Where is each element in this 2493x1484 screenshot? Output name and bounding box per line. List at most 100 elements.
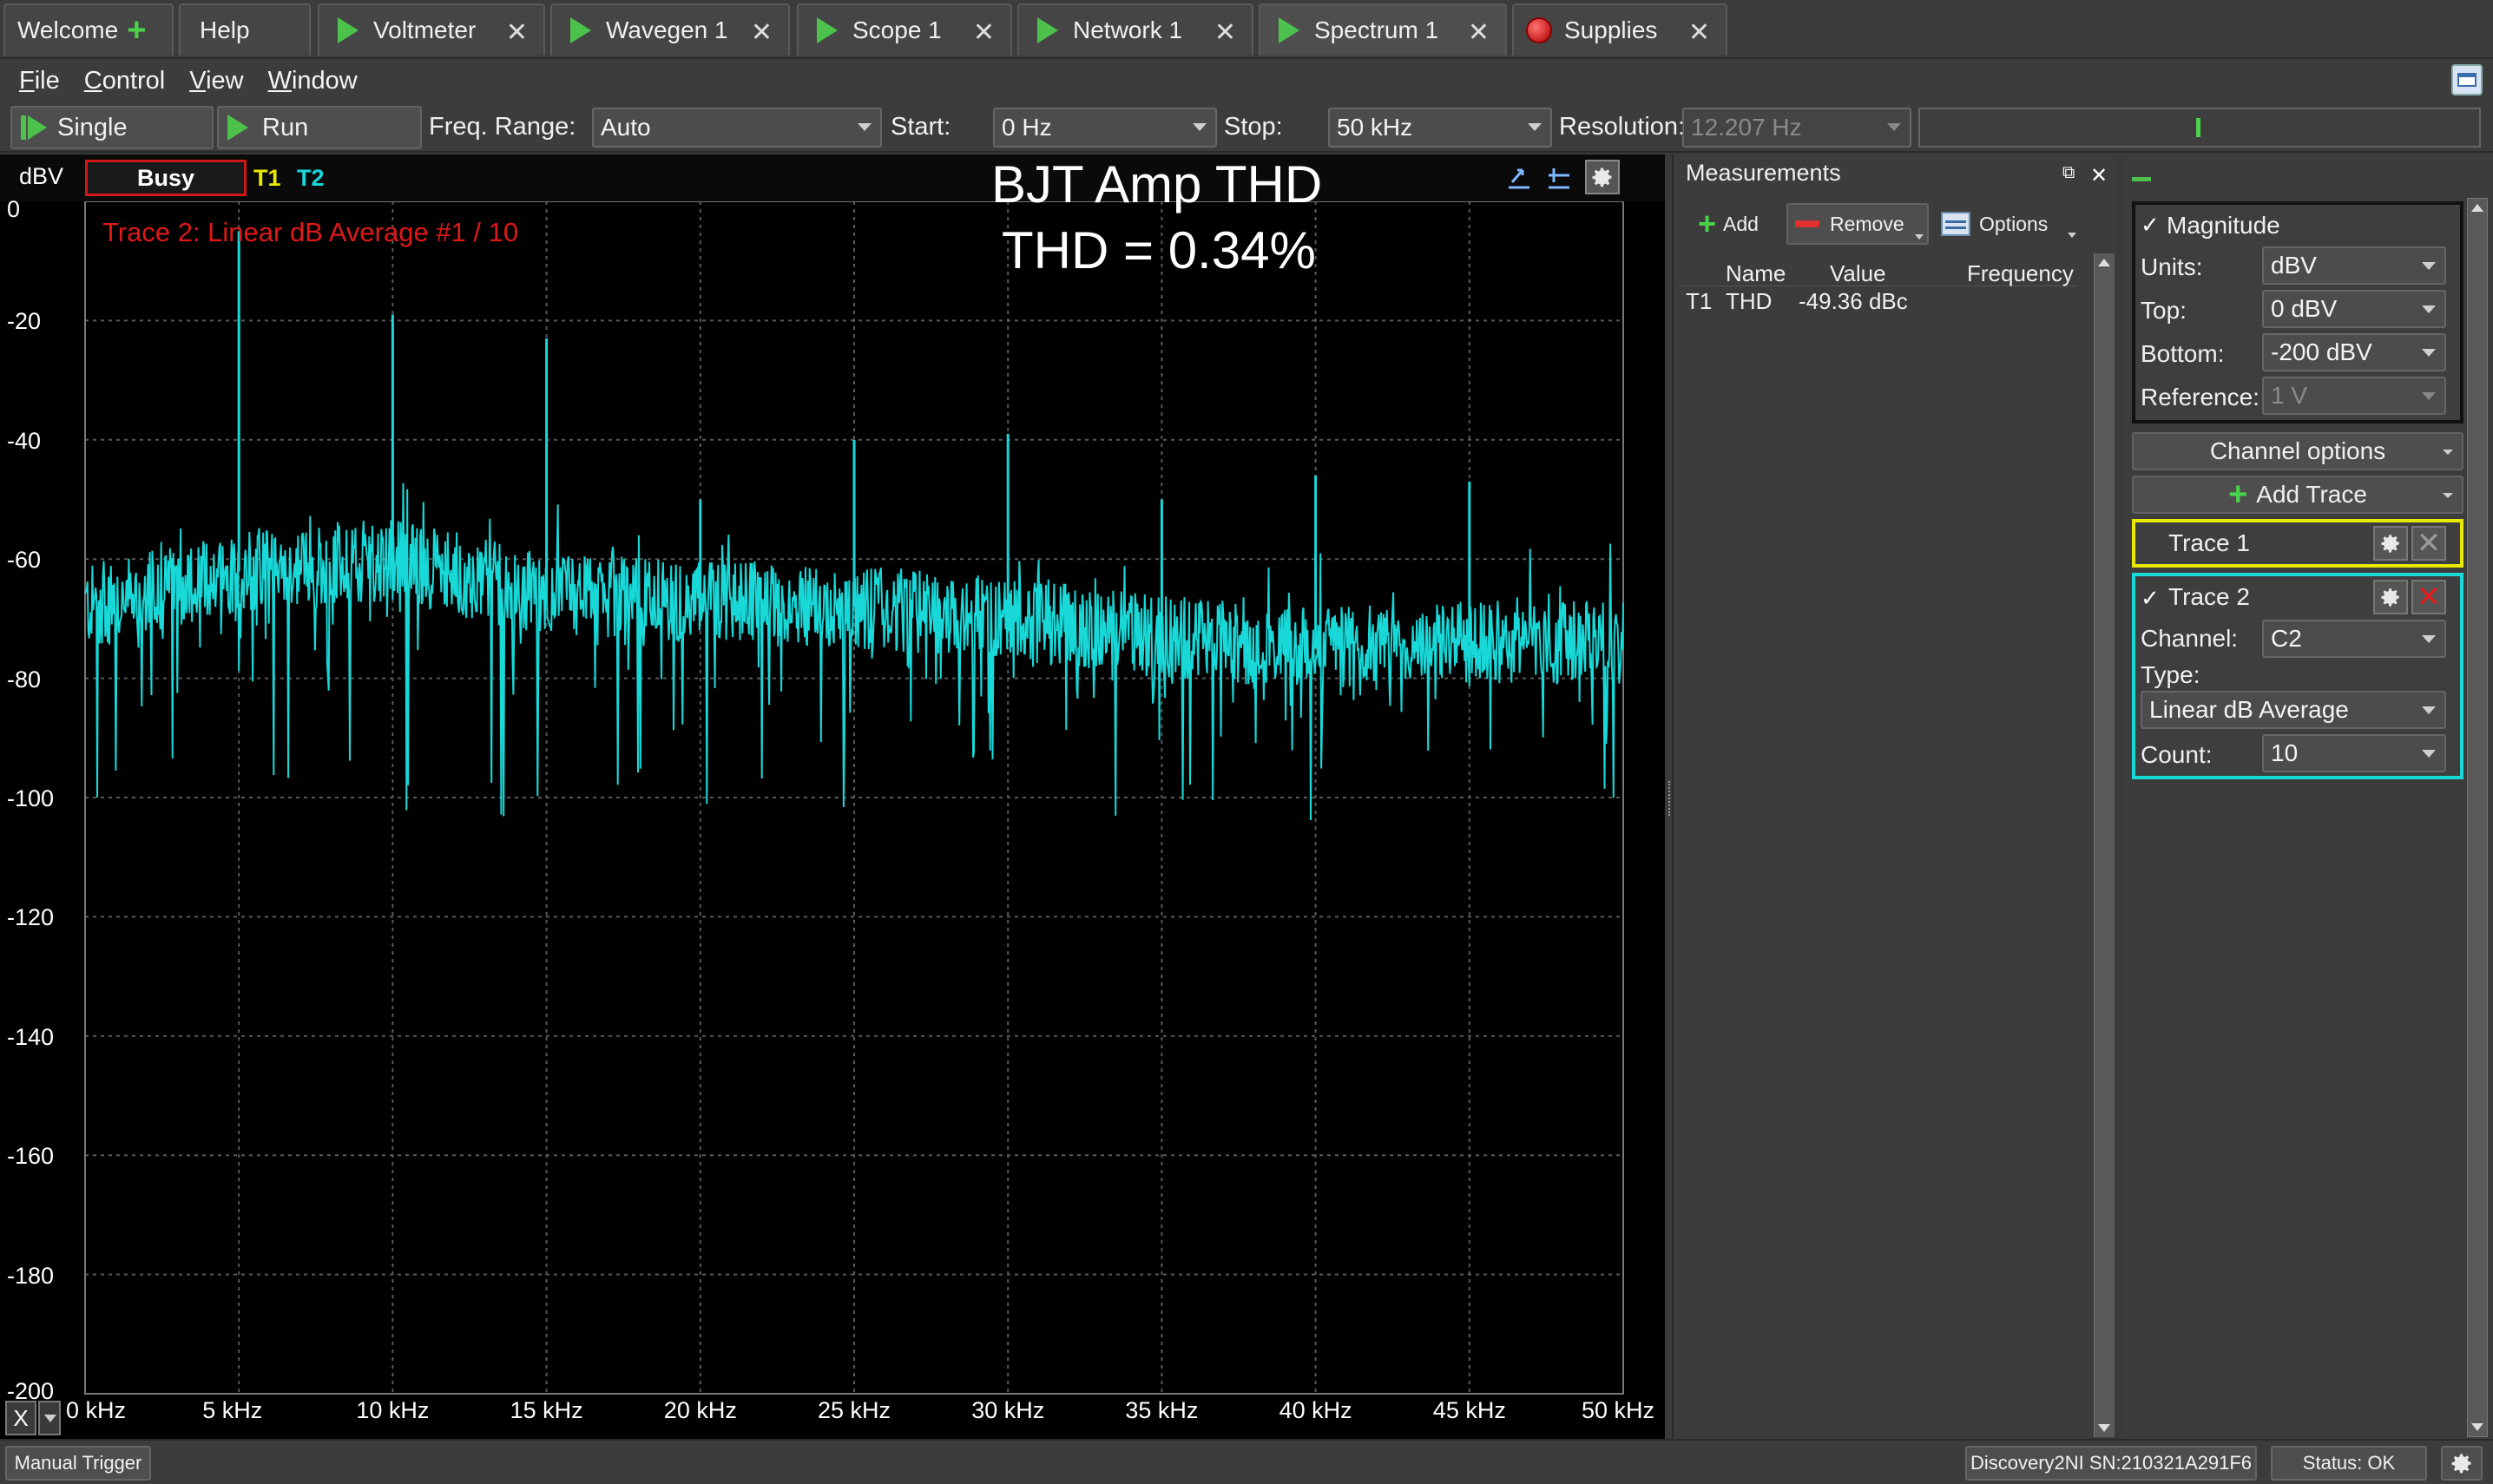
close-icon[interactable]: ✕: [751, 17, 773, 48]
tab-spectrum[interactable]: Spectrum 1 ✕: [1259, 3, 1507, 56]
close-icon[interactable]: ✕: [1468, 17, 1490, 48]
manual-trigger-button[interactable]: Manual Trigger: [5, 1446, 151, 1481]
single-label: Single: [57, 113, 128, 141]
checkmark-icon[interactable]: ✓: [2141, 585, 2160, 612]
row-name: THD: [1726, 288, 1773, 314]
count-dropdown[interactable]: 10: [2262, 734, 2446, 772]
reference-dropdown[interactable]: 1 V: [2262, 377, 2446, 415]
add-trace-label: Add Trace: [2256, 481, 2367, 508]
scroll-down-icon[interactable]: [2471, 1423, 2483, 1431]
reference-label: Reference:: [2141, 384, 2259, 410]
column-header-frequency[interactable]: Frequency: [1967, 260, 2074, 287]
tab-supplies[interactable]: Supplies ✕: [1512, 3, 1727, 56]
count-label: Count:: [2141, 741, 2213, 768]
trace1-group: Trace 1 ✕: [2132, 519, 2463, 568]
column-header-name[interactable]: Name: [1726, 260, 1786, 287]
device-button[interactable]: Discovery2NI SN:210321A291F6: [1965, 1446, 2257, 1481]
tab-scope[interactable]: Scope 1 ✕: [797, 3, 1012, 56]
run-label: Run: [262, 113, 309, 141]
menu-bar: File Control View Window: [0, 59, 2493, 102]
tab-voltmeter[interactable]: Voltmeter ✕: [318, 3, 545, 56]
chevron-down-icon: [1193, 123, 1207, 131]
trace-tag-t1[interactable]: T1: [253, 165, 281, 192]
stop-dropdown[interactable]: 50 kHz: [1328, 108, 1552, 148]
chevron-down-icon: [2443, 450, 2453, 455]
top-dropdown[interactable]: 0 dBV: [2262, 290, 2446, 328]
freq-range-dropdown[interactable]: Auto: [592, 108, 882, 148]
scroll-up-icon[interactable]: [2098, 259, 2110, 266]
y-tick-label: -100: [7, 785, 55, 811]
x-axis-button[interactable]: X: [5, 1401, 36, 1435]
gear-icon[interactable]: [2373, 580, 2408, 614]
menu-control[interactable]: Control: [84, 67, 166, 95]
chevron-down-icon: [2422, 635, 2436, 643]
x-tick-label: 25 kHz: [818, 1397, 891, 1423]
close-icon[interactable]: ✕: [973, 17, 995, 48]
delete-trace2-icon[interactable]: ✕: [2411, 580, 2446, 614]
units-label: Units:: [2141, 253, 2203, 280]
bottom-label: Bottom:: [2141, 340, 2225, 367]
tab-label: Welcome: [17, 16, 119, 43]
close-icon[interactable]: ✕: [1214, 17, 1236, 48]
measurements-scrollbar[interactable]: [2094, 253, 2115, 1437]
channel-value: C2: [2271, 625, 2302, 652]
x-axis-dropdown[interactable]: [38, 1401, 61, 1435]
plus-icon: +: [2228, 476, 2248, 513]
delete-trace1-icon[interactable]: ✕: [2411, 526, 2446, 561]
trace1-label[interactable]: Trace 1: [2168, 529, 2250, 557]
column-header-value[interactable]: Value: [1830, 260, 1886, 287]
single-button[interactable]: Single: [10, 106, 214, 149]
tab-help[interactable]: Help: [179, 3, 311, 56]
cursor-x-icon[interactable]: [1505, 163, 1533, 191]
units-dropdown[interactable]: dBV: [2262, 246, 2446, 285]
checkmark-icon[interactable]: ✓: [2141, 212, 2160, 239]
plus-icon[interactable]: +: [127, 14, 146, 47]
gear-icon[interactable]: [1585, 160, 1620, 194]
start-value: 0 Hz: [1002, 114, 1052, 141]
tab-network[interactable]: Network 1 ✕: [1017, 3, 1253, 56]
window-restore-icon[interactable]: [2451, 64, 2483, 95]
close-icon[interactable]: ✕: [1688, 17, 1710, 48]
plot-header: dBV Busy T1 T2: [0, 154, 1665, 201]
remove-measurement-button[interactable]: Remove: [1786, 203, 1929, 245]
spectrum-plot[interactable]: dBV Busy T1 T2 BJT Amp THD THD = 0.34% T…: [0, 154, 1665, 1439]
menu-view[interactable]: View: [189, 67, 243, 95]
cursor-y-icon[interactable]: [1545, 163, 1573, 191]
close-icon[interactable]: ✕: [506, 17, 528, 48]
gear-icon[interactable]: [2373, 526, 2408, 561]
start-label: Start:: [891, 113, 951, 141]
channel-options-label: Channel options: [2209, 437, 2386, 464]
tab-bar: Welcome + Help Voltmeter ✕ Wavegen 1 ✕ S…: [0, 0, 2493, 59]
resolution-dropdown[interactable]: 12.207 Hz: [1682, 108, 1911, 148]
y-tick-label: -180: [7, 1262, 55, 1289]
add-measurement-button[interactable]: + Add: [1691, 203, 1788, 245]
start-dropdown[interactable]: 0 Hz: [993, 108, 1217, 148]
y-tick-label: -40: [7, 427, 42, 454]
channel-options-button[interactable]: Channel options: [2132, 432, 2463, 470]
menu-window[interactable]: Window: [268, 67, 358, 95]
trace2-label[interactable]: Trace 2: [2168, 583, 2250, 611]
single-icon: [21, 114, 47, 141]
settings-scrollbar[interactable]: [2467, 198, 2488, 1437]
plot-canvas: [84, 200, 1624, 1395]
scroll-up-icon[interactable]: [2471, 204, 2483, 212]
channel-dropdown[interactable]: C2: [2262, 620, 2446, 658]
y-tick-label: -80: [7, 666, 42, 693]
run-button[interactable]: Run: [217, 106, 422, 149]
gear-icon[interactable]: [2441, 1446, 2483, 1481]
scroll-down-icon[interactable]: [2098, 1424, 2110, 1432]
collapse-icon[interactable]: [2132, 177, 2151, 181]
bottom-dropdown[interactable]: -200 dBV: [2262, 333, 2446, 371]
options-icon: [1941, 212, 1970, 236]
menu-file[interactable]: File: [19, 67, 60, 95]
type-dropdown[interactable]: Linear dB Average: [2141, 691, 2446, 729]
tab-wavegen[interactable]: Wavegen 1 ✕: [550, 3, 790, 56]
undock-icon[interactable]: ⧉: [2062, 163, 2075, 183]
tab-welcome[interactable]: Welcome +: [3, 3, 174, 56]
add-trace-button[interactable]: + Add Trace: [2132, 476, 2463, 514]
acquisition-progress-bar: [1918, 108, 2481, 148]
trace-tag-t2[interactable]: T2: [297, 165, 325, 192]
table-row[interactable]: T1 THD -49.36 dBc: [1679, 286, 2078, 316]
close-icon[interactable]: ✕: [2090, 163, 2108, 188]
options-button[interactable]: Options: [1934, 203, 2076, 245]
